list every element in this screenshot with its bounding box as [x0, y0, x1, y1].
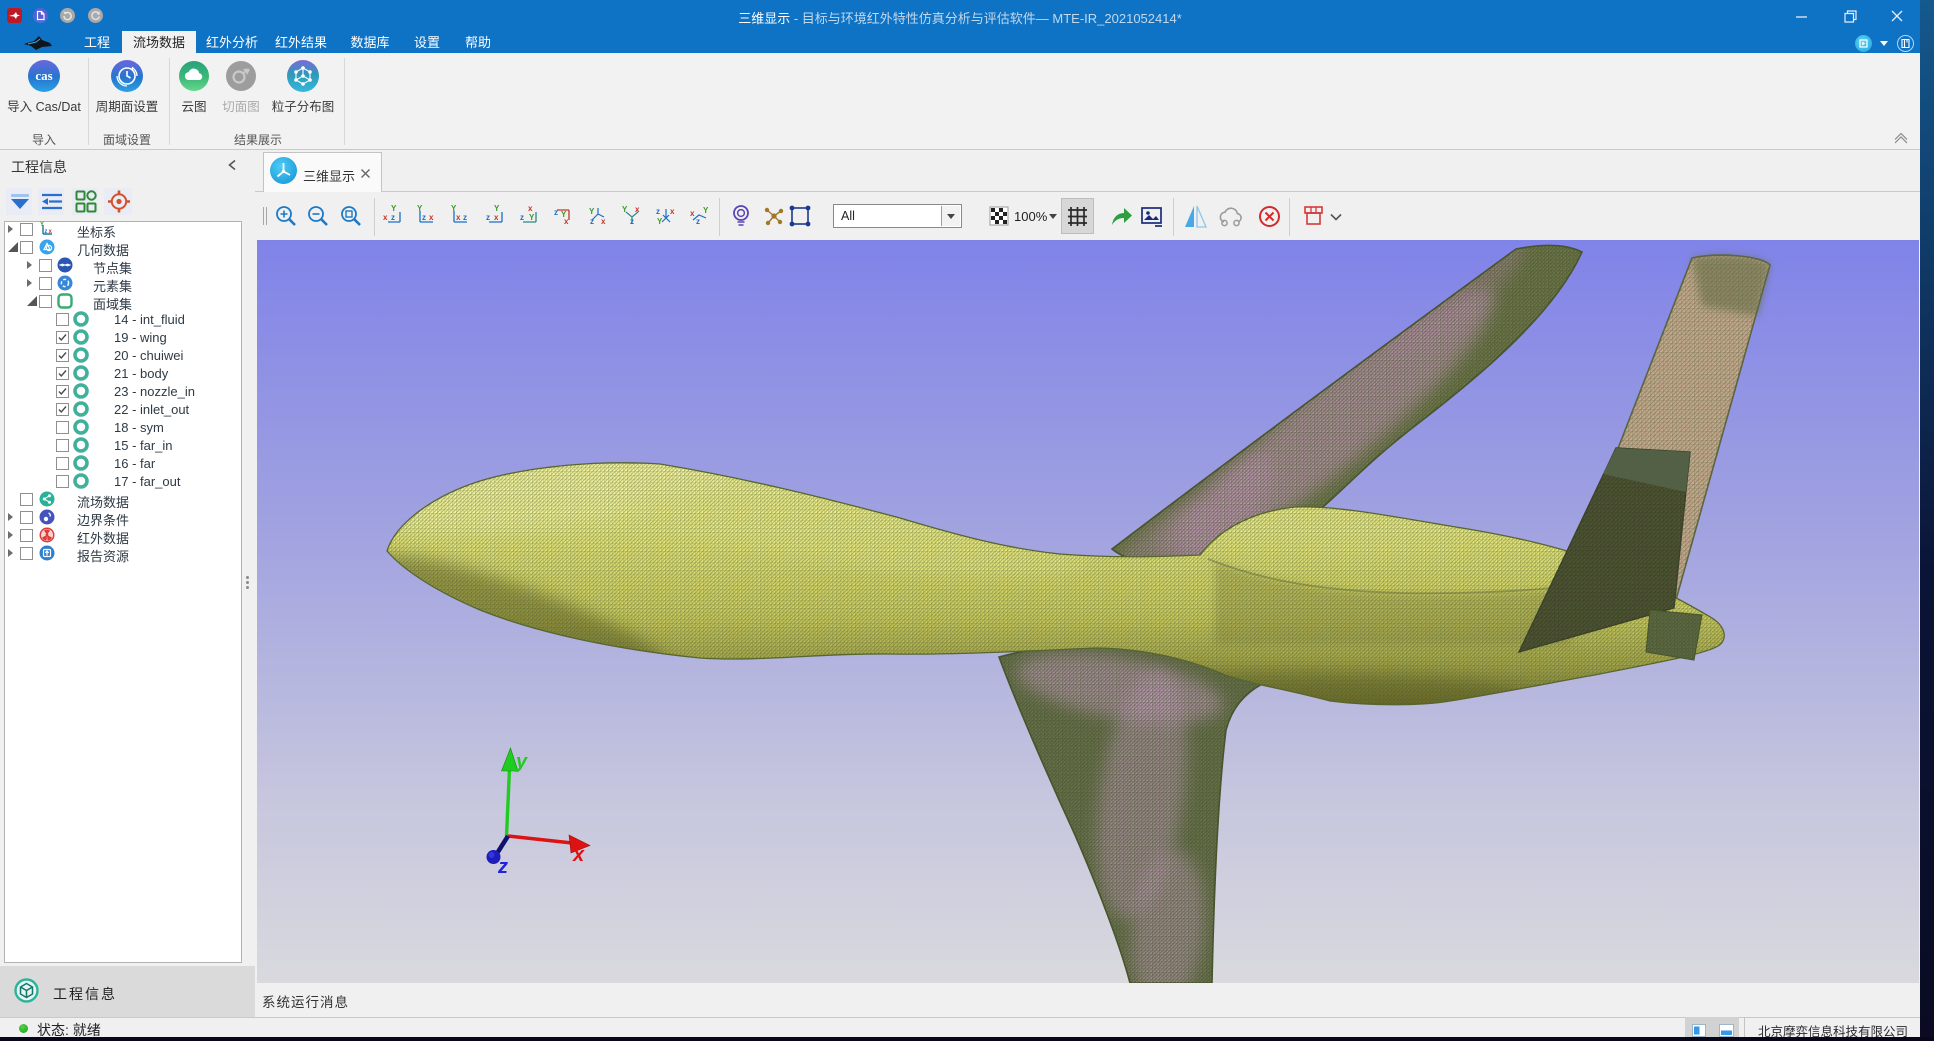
svg-text:y: y: [515, 751, 528, 773]
svg-text:z: z: [497, 856, 508, 878]
svg-text:Y: Y: [703, 206, 709, 215]
svg-text:z: z: [630, 217, 634, 226]
svg-text:x: x: [429, 213, 434, 222]
svg-text:Y: Y: [40, 222, 44, 228]
svg-text:Y: Y: [657, 217, 663, 226]
svg-text:z: z: [590, 217, 594, 226]
svg-text:z: z: [520, 213, 524, 222]
svg-text:x: x: [635, 205, 640, 214]
svg-text:Y: Y: [529, 213, 535, 222]
svg-text:Y: Y: [451, 204, 457, 213]
svg-text:x: x: [528, 204, 533, 213]
svg-text:z: z: [486, 213, 490, 222]
svg-text:Y: Y: [622, 205, 628, 214]
svg-text:z: z: [696, 217, 700, 226]
svg-text:z: z: [554, 208, 558, 217]
svg-text:Y: Y: [494, 204, 500, 213]
svg-text:Y: Y: [391, 204, 397, 213]
svg-text:x: x: [572, 844, 585, 866]
svg-text:x: x: [690, 209, 695, 218]
svg-text:Y: Y: [417, 204, 423, 213]
svg-text:x: x: [601, 217, 606, 226]
svg-text:z: z: [391, 213, 395, 222]
svg-text:x: x: [564, 217, 569, 226]
svg-text:x: x: [383, 213, 388, 222]
svg-text:x: x: [456, 213, 461, 222]
svg-text:x: x: [670, 207, 675, 216]
svg-text:z: z: [656, 207, 660, 216]
svg-text:z: z: [463, 213, 467, 222]
svg-text:z: z: [422, 213, 426, 222]
svg-text:Y: Y: [589, 207, 595, 216]
svg-text:x: x: [494, 213, 499, 222]
svg-text:z: z: [44, 229, 47, 235]
